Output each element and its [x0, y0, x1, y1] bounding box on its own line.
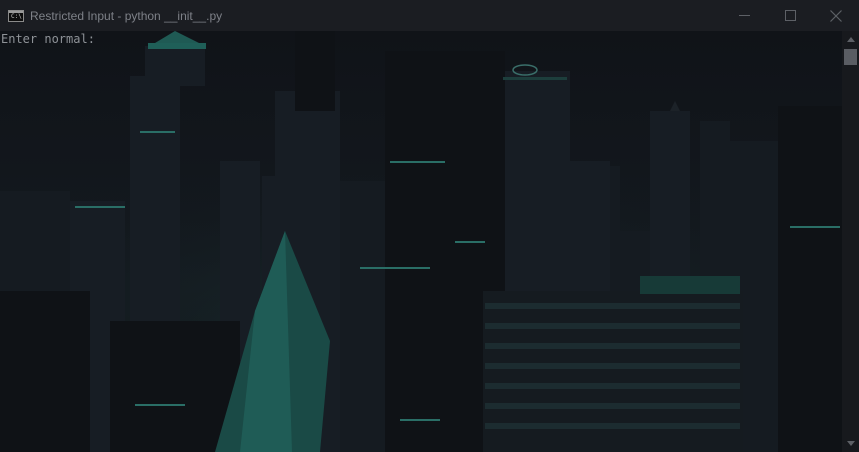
maximize-button[interactable] — [767, 0, 813, 31]
chevron-up-icon — [846, 37, 855, 42]
scroll-up-arrow[interactable] — [842, 31, 859, 48]
console-icon[interactable]: C:\ — [8, 9, 24, 22]
maximize-icon — [784, 10, 796, 21]
window-controls — [721, 0, 859, 31]
console-window: C:\ Restricted Input - python __init__.p… — [0, 0, 859, 452]
console-output[interactable]: Enter normal: — [0, 31, 842, 452]
console-icon-glyph: C:\ — [11, 12, 22, 20]
chevron-down-icon — [846, 441, 855, 446]
close-button[interactable] — [813, 0, 859, 31]
scroll-down-arrow[interactable] — [842, 435, 859, 452]
close-icon — [830, 9, 842, 22]
window-title: Restricted Input - python __init__.py — [30, 8, 223, 23]
scroll-thumb[interactable] — [844, 49, 857, 65]
minimize-icon — [738, 15, 750, 16]
prompt-line: Enter normal: — [1, 32, 95, 46]
minimize-button[interactable] — [721, 0, 767, 31]
vertical-scrollbar[interactable] — [842, 31, 859, 452]
city-skyline-wallpaper — [0, 31, 842, 452]
title-bar[interactable]: C:\ Restricted Input - python __init__.p… — [0, 0, 859, 31]
